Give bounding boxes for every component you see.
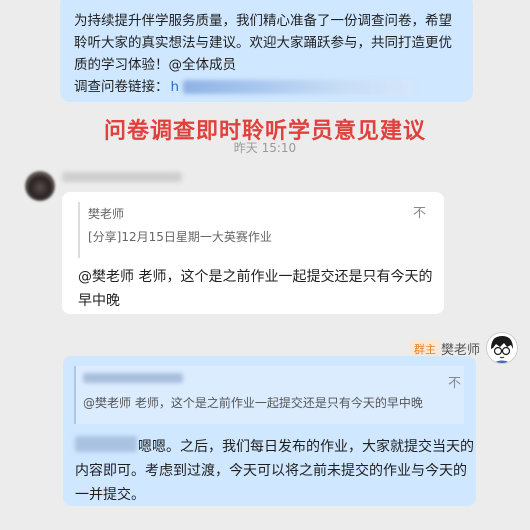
blurred-mention: [75, 436, 137, 452]
blurred-link-url[interactable]: [183, 80, 414, 94]
quote-divider: [78, 202, 80, 258]
quoted-message: @樊老师 老师，这个是之前作业一起提交还是只有今天的早中晚: [83, 396, 423, 410]
reply-text-line: @樊老师 老师，这个是之前作业一起提交还是只有今天的: [78, 269, 433, 285]
reply-text-line: 早中晚: [78, 293, 120, 309]
quoted-author: 樊老师: [88, 207, 125, 221]
blurred-sender-name: [62, 172, 182, 182]
cartoon-avatar-icon: [487, 333, 517, 363]
quoted-message[interactable]: [分享]12月15日星期一大英赛作业: [88, 228, 272, 245]
survey-link-row: 调查问卷链接： h: [74, 76, 459, 98]
message-line: 为持续提升伴学服务质量，我们精心准备了一份调查问卷，希望: [74, 13, 452, 29]
expand-quote-icon[interactable]: 不: [413, 202, 426, 221]
expand-quote-icon[interactable]: 不: [448, 372, 461, 391]
answer-text-line: 一并提交。: [75, 487, 145, 503]
blurred-quoted-name: [83, 373, 183, 383]
answer-text-line: 内容即可。考虑到过渡，今天可以将之前未提交的作业与今天的: [75, 463, 467, 479]
message-line: 质的学习体验！@全体成员: [74, 57, 236, 73]
sent-message-bubble[interactable]: 为持续提升伴学服务质量，我们精心准备了一份调查问卷，希望 聆听大家的真实想法与建…: [60, 0, 473, 102]
answer-text-line: 嗯嗯。之后，我们每日发布的作业，大家就提交当天的: [138, 439, 474, 455]
teacher-avatar[interactable]: [486, 332, 518, 364]
message-timestamp: 昨天 15:10: [233, 141, 297, 155]
sender-avatar[interactable]: [25, 171, 55, 201]
message-line: 聆听大家的真实想法与建议。欢迎大家踊跃参与，共同打造更优: [74, 35, 452, 51]
survey-link[interactable]: h: [171, 76, 180, 98]
survey-link-label: 调查问卷链接：: [74, 79, 169, 95]
